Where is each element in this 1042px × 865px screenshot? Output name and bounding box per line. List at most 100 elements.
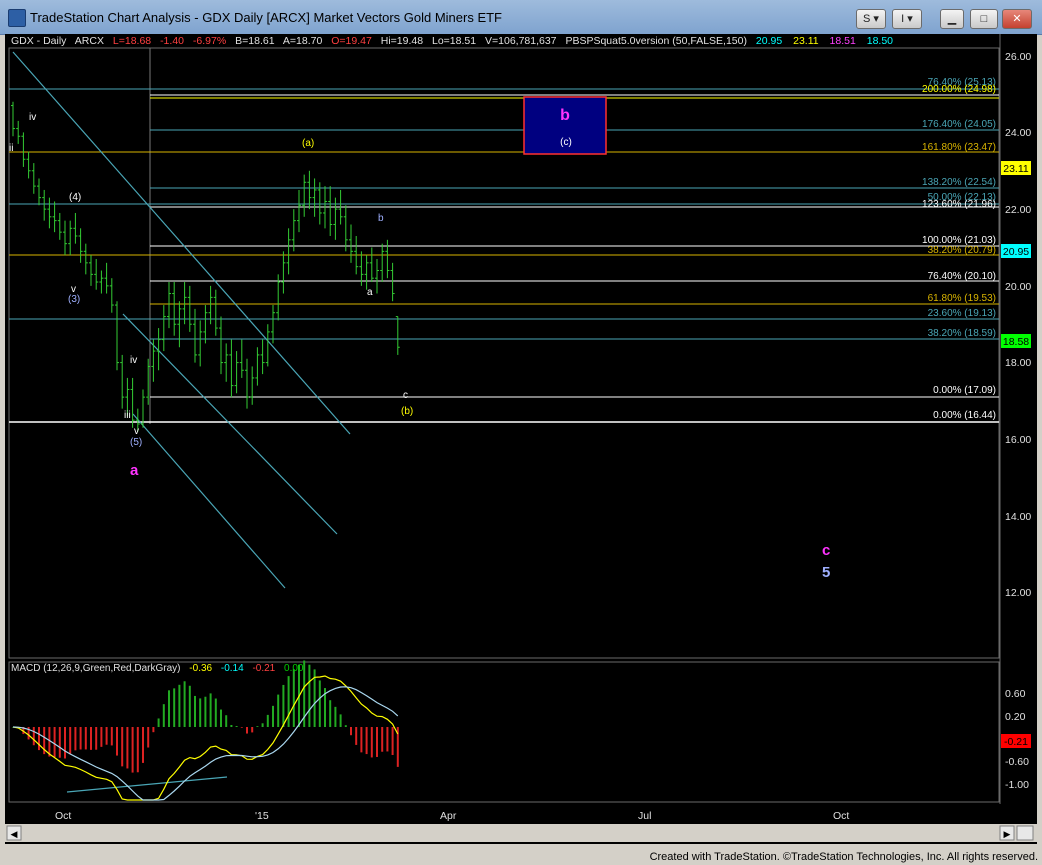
fib-label: 200.00% (24.98) [922, 84, 996, 95]
fib-label: 0.00% (16.44) [933, 410, 996, 421]
macd-histogram-bar [355, 727, 358, 745]
macd-tick: -1.00 [1005, 779, 1029, 791]
macd-histogram-bar [194, 695, 196, 727]
macd-histogram-bar [173, 688, 176, 727]
macd-histogram-bar [277, 694, 280, 727]
macd-histogram-bar [79, 727, 82, 750]
macd-histogram-bar [168, 690, 170, 727]
macd-histogram-bar [214, 698, 217, 727]
study-value-2: 23.11 [793, 35, 819, 47]
macd-value-4: 0.00 [284, 663, 304, 674]
volume: V=106,781,637 [485, 35, 557, 47]
wave-label: (a) [302, 138, 314, 149]
macd-tick: 0.60 [1005, 688, 1026, 700]
price-tick: 20.00 [1005, 281, 1031, 293]
price-tick: 12.00 [1005, 587, 1031, 599]
horizontal-scrollbar[interactable]: ◀ ▶ [5, 824, 1037, 842]
macd-histogram-bar [199, 698, 202, 727]
study-value-4: 18.50 [867, 35, 893, 47]
title-bar: TradeStation Chart Analysis - GDX Daily … [0, 0, 1042, 35]
macd-histogram-bar [48, 727, 51, 757]
last-price: L=18.68 [113, 35, 151, 47]
macd-histogram-bar [64, 727, 66, 759]
macd-histogram-bar [292, 669, 295, 727]
macd-histogram-bar [183, 681, 186, 727]
macd-histogram-bar [381, 727, 384, 752]
macd-histogram-bar [246, 727, 248, 734]
macd-histogram-bar [376, 727, 378, 757]
macd-histogram-bar [386, 727, 389, 752]
time-label: Oct [833, 810, 849, 822]
macd-histogram-bar [365, 727, 368, 755]
price-box-label: 20.95 [1003, 246, 1029, 258]
footer: Created with TradeStation. ©TradeStation… [0, 850, 1042, 865]
fib-label: 176.40% (24.05) [922, 119, 996, 130]
macd-histogram-bar [188, 685, 191, 727]
macd-histogram-bar [126, 727, 129, 769]
macd-histogram-bar [339, 714, 342, 727]
price-tick: 22.00 [1005, 204, 1031, 216]
wave-label: iv [130, 355, 137, 366]
bid-price: B=18.61 [235, 35, 275, 47]
macd-histogram-bar [110, 727, 113, 746]
macd-tick: -0.60 [1005, 756, 1029, 768]
macd-histogram-bar [308, 664, 311, 727]
macd-histogram-bar [266, 714, 269, 727]
wave-label: b [378, 213, 384, 224]
macd-histogram-bar [350, 727, 352, 736]
tradestation-app-icon [8, 9, 26, 27]
time-label: Jul [638, 810, 651, 822]
macd-histogram-bar [38, 727, 40, 751]
macd-histogram-bar [105, 727, 108, 745]
wave-label: (3) [68, 294, 80, 305]
macd-header: MACD (12,26,9,Green,Red,DarkGray) -0.36 … [11, 663, 304, 674]
macd-histogram-bar [69, 727, 72, 754]
macd-histogram-bar [391, 727, 394, 756]
fib-label: 61.80% (19.53) [928, 293, 996, 304]
close-button[interactable]: ✕ [1002, 9, 1032, 29]
macd-histogram-bar [334, 706, 337, 727]
study-value-3: 18.51 [830, 35, 856, 47]
macd-histogram-bar [240, 727, 243, 728]
price-box-label: 18.58 [1003, 336, 1029, 348]
macd-histogram-bar [370, 727, 373, 758]
scroll-right-icon: ▶ [1004, 829, 1011, 839]
macd-histogram-bar [74, 727, 77, 751]
macd-histogram-bar [131, 727, 134, 773]
s-menu-button[interactable]: S ▾ [856, 9, 886, 29]
macd-histogram-bar [261, 723, 264, 727]
scroll-end-button [1016, 825, 1034, 841]
wave-label: 5 [822, 564, 830, 581]
wave-label: c [822, 542, 830, 559]
time-label: Oct [55, 810, 71, 822]
macd-histogram-bar [32, 727, 35, 746]
macd-histogram-bar [204, 696, 207, 727]
macd-histogram-bar [235, 726, 238, 727]
symbol-label: GDX - Daily [11, 35, 67, 47]
fib-label: 123.60% (21.96) [922, 199, 996, 210]
wave-label: a [130, 462, 139, 479]
study-value-1: 20.95 [756, 35, 782, 47]
fib-label: 0.00% (17.09) [933, 385, 996, 396]
price-chart[interactable]: GDX - Daily ARCX L=18.68 -1.40 -6.97% B=… [5, 34, 1037, 844]
macd-histogram-bar [162, 704, 165, 727]
macd-histogram-bar [282, 684, 285, 727]
macd-histogram-bar [95, 727, 98, 750]
price-tick: 14.00 [1005, 511, 1031, 523]
fib-label: 76.40% (20.10) [928, 271, 996, 282]
macd-histogram-bar [360, 727, 363, 753]
maximize-button[interactable]: □ [970, 9, 998, 29]
macd-histogram-bar [152, 727, 155, 733]
price-tick: 24.00 [1005, 127, 1031, 139]
macd-histogram-bar [209, 693, 212, 727]
macd-histogram-bar [58, 727, 61, 758]
macd-current-value: -0.21 [1004, 736, 1028, 748]
chart-window[interactable]: GDX - Daily ARCX L=18.68 -1.40 -6.97% B=… [5, 34, 1037, 844]
minimize-button[interactable]: ▁ [940, 9, 964, 29]
study-name: PBSPSquat5.0version (50,FALSE,150) [565, 35, 747, 47]
macd-tick: 0.20 [1005, 711, 1026, 723]
wave-label: (5) [130, 437, 142, 448]
macd-histogram-bar [142, 727, 144, 763]
i-menu-button[interactable]: I ▾ [892, 9, 922, 29]
macd-histogram-bar [329, 700, 332, 727]
